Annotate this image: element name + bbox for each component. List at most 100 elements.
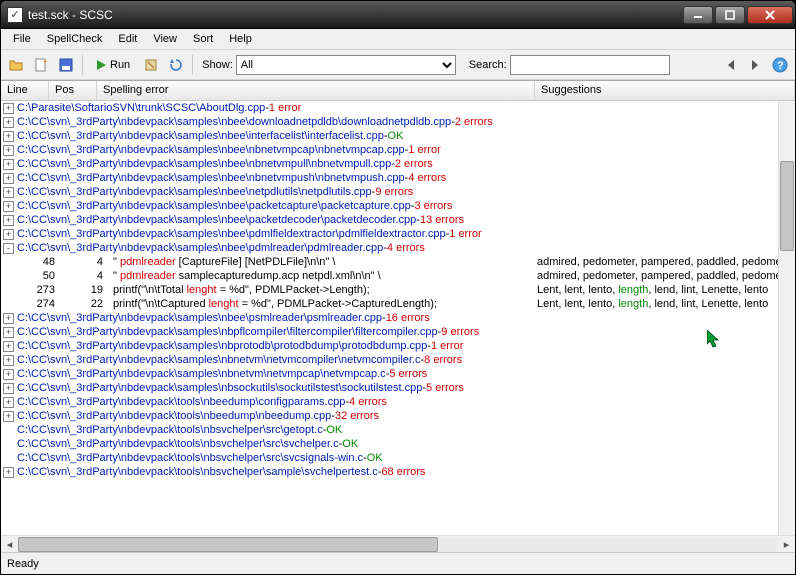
filter-dropdown[interactable]: All	[236, 55, 456, 75]
column-spelling-error[interactable]: Spelling error	[97, 81, 535, 100]
open-icon[interactable]	[5, 54, 27, 76]
status-text: 5 errors	[426, 381, 464, 395]
status-text: 4 errors	[387, 241, 425, 255]
file-row[interactable]: -C:\CC\svn\_3rdParty\nbdevpack\samples\n…	[1, 241, 795, 255]
expand-icon[interactable]: +	[3, 117, 14, 128]
file-row[interactable]: +C:\CC\svn\_3rdParty\nbdevpack\samples\n…	[1, 115, 795, 129]
error-detail-row[interactable]: 484" pdmlreader [CaptureFile] [NetPDLFil…	[1, 255, 795, 269]
column-line[interactable]: Line	[1, 81, 49, 100]
file-row[interactable]: +C:\CC\svn\_3rdParty\nbdevpack\samples\n…	[1, 367, 795, 381]
file-row[interactable]: +C:\CC\svn\_3rdParty\nbdevpack\samples\n…	[1, 325, 795, 339]
file-path: C:\CC\svn\_3rdParty\nbdevpack\samples\nb…	[17, 311, 382, 325]
file-row[interactable]: +C:\CC\svn\_3rdParty\nbdevpack\samples\n…	[1, 339, 795, 353]
toolbar-separator	[192, 55, 193, 75]
file-row[interactable]: +C:\CC\svn\_3rdParty\nbdevpack\tools\nbe…	[1, 395, 795, 409]
file-row[interactable]: +C:\CC\svn\_3rdParty\nbdevpack\samples\n…	[1, 311, 795, 325]
menu-sort[interactable]: Sort	[185, 30, 221, 48]
file-row[interactable]: C:\CC\svn\_3rdParty\nbdevpack\tools\nbsv…	[1, 423, 795, 437]
file-row[interactable]: +C:\CC\svn\_3rdParty\nbdevpack\samples\n…	[1, 381, 795, 395]
scrollbar-thumb[interactable]	[18, 537, 438, 552]
file-row[interactable]: +C:\CC\svn\_3rdParty\nbdevpack\samples\n…	[1, 129, 795, 143]
menu-help[interactable]: Help	[221, 30, 260, 48]
horizontal-scrollbar[interactable]: ◂ ▸	[1, 535, 795, 552]
menu-view[interactable]: View	[145, 30, 185, 48]
expand-icon[interactable]: +	[3, 467, 14, 478]
expand-icon[interactable]: +	[3, 411, 14, 422]
save-icon[interactable]	[55, 54, 77, 76]
expand-icon[interactable]: +	[3, 131, 14, 142]
menu-file[interactable]: File	[5, 30, 39, 48]
expand-icon[interactable]: +	[3, 397, 14, 408]
next-button[interactable]	[744, 54, 766, 76]
error-detail-row[interactable]: 27422printf("\n\tCaptured lenght = %d", …	[1, 297, 795, 311]
expand-icon[interactable]: +	[3, 145, 14, 156]
file-row[interactable]: +C:\CC\svn\_3rdParty\nbdevpack\samples\n…	[1, 171, 795, 185]
expand-icon[interactable]: +	[3, 355, 14, 366]
file-row[interactable]: C:\CC\svn\_3rdParty\nbdevpack\tools\nbsv…	[1, 451, 795, 465]
expand-icon[interactable]: +	[3, 341, 14, 352]
run-button[interactable]: Run	[88, 54, 137, 76]
error-detail-row[interactable]: 504" pdmlreader samplecapturedump.acp ne…	[1, 269, 795, 283]
status-text: Ready	[7, 558, 39, 570]
toolbar-separator	[82, 55, 83, 75]
scrollbar-thumb[interactable]	[780, 161, 794, 251]
status-text: 13 errors	[420, 213, 464, 227]
file-path: C:\CC\svn\_3rdParty\nbdevpack\tools\nbsv…	[17, 437, 339, 451]
refresh-icon[interactable]	[165, 54, 187, 76]
file-row[interactable]: +C:\CC\svn\_3rdParty\nbdevpack\samples\n…	[1, 143, 795, 157]
prev-button[interactable]	[720, 54, 742, 76]
expand-icon[interactable]: +	[3, 103, 14, 114]
status-text: 3 errors	[414, 199, 452, 213]
file-path: C:\CC\svn\_3rdParty\nbdevpack\samples\nb…	[17, 171, 405, 185]
maximize-button[interactable]	[715, 6, 745, 24]
menu-edit[interactable]: Edit	[110, 30, 145, 48]
search-input[interactable]	[510, 55, 670, 75]
expand-icon[interactable]: +	[3, 201, 14, 212]
collapse-icon[interactable]: -	[3, 243, 14, 254]
scroll-right-button[interactable]: ▸	[778, 536, 795, 553]
settings-icon[interactable]	[140, 54, 162, 76]
expand-icon[interactable]: +	[3, 215, 14, 226]
help-icon[interactable]: ?	[769, 54, 791, 76]
file-path: C:\CC\svn\_3rdParty\nbdevpack\samples\nb…	[17, 381, 422, 395]
position: 19	[65, 283, 113, 297]
expand-icon[interactable]: +	[3, 229, 14, 240]
file-row[interactable]: +C:\CC\svn\_3rdParty\nbdevpack\samples\n…	[1, 227, 795, 241]
results-list[interactable]: +C:\Parasite\SoftarioSVN\trunk\SCSC\Abou…	[1, 101, 795, 535]
expand-icon[interactable]: +	[3, 159, 14, 170]
error-detail-row[interactable]: 27319printf("\n\tTotal lenght = %d", PDM…	[1, 283, 795, 297]
status-text: 16 errors	[386, 311, 430, 325]
file-row[interactable]: +C:\CC\svn\_3rdParty\nbdevpack\samples\n…	[1, 213, 795, 227]
file-row[interactable]: +C:\CC\svn\_3rdParty\nbdevpack\samples\n…	[1, 157, 795, 171]
file-row[interactable]: +C:\CC\svn\_3rdParty\nbdevpack\samples\n…	[1, 199, 795, 213]
expand-icon[interactable]: +	[3, 173, 14, 184]
file-path: C:\CC\svn\_3rdParty\nbdevpack\tools\nbee…	[17, 409, 331, 423]
expand-icon[interactable]: +	[3, 327, 14, 338]
expand-icon[interactable]: +	[3, 383, 14, 394]
expand-icon[interactable]: +	[3, 313, 14, 324]
titlebar[interactable]: ✓ test.sck - SCSC	[1, 1, 795, 29]
status-text: 1 error	[431, 339, 463, 353]
status-text: OK	[388, 129, 404, 143]
toolbar: + Run Show: All Search: ?	[1, 50, 795, 80]
file-row[interactable]: +C:\CC\svn\_3rdParty\nbdevpack\tools\nbe…	[1, 409, 795, 423]
minimize-button[interactable]	[683, 6, 713, 24]
scrollbar-track[interactable]	[18, 537, 778, 552]
expand-icon[interactable]: +	[3, 369, 14, 380]
line-number: 273	[17, 283, 65, 297]
file-path: C:\Parasite\SoftarioSVN\trunk\SCSC\About…	[17, 101, 265, 115]
new-icon[interactable]: +	[30, 54, 52, 76]
file-row[interactable]: +C:\Parasite\SoftarioSVN\trunk\SCSC\Abou…	[1, 101, 795, 115]
menu-spellcheck[interactable]: SpellCheck	[39, 30, 111, 48]
columns-header: Line Pos Spelling error Suggestions	[1, 81, 795, 101]
file-row[interactable]: +C:\CC\svn\_3rdParty\nbdevpack\tools\nbs…	[1, 465, 795, 479]
file-row[interactable]: +C:\CC\svn\_3rdParty\nbdevpack\samples\n…	[1, 353, 795, 367]
file-row[interactable]: C:\CC\svn\_3rdParty\nbdevpack\tools\nbsv…	[1, 437, 795, 451]
vertical-scrollbar[interactable]	[778, 101, 795, 535]
file-row[interactable]: +C:\CC\svn\_3rdParty\nbdevpack\samples\n…	[1, 185, 795, 199]
expand-icon[interactable]: +	[3, 187, 14, 198]
column-suggestions[interactable]: Suggestions	[535, 81, 795, 100]
column-pos[interactable]: Pos	[49, 81, 97, 100]
scroll-left-button[interactable]: ◂	[1, 536, 18, 553]
close-button[interactable]	[747, 6, 793, 24]
